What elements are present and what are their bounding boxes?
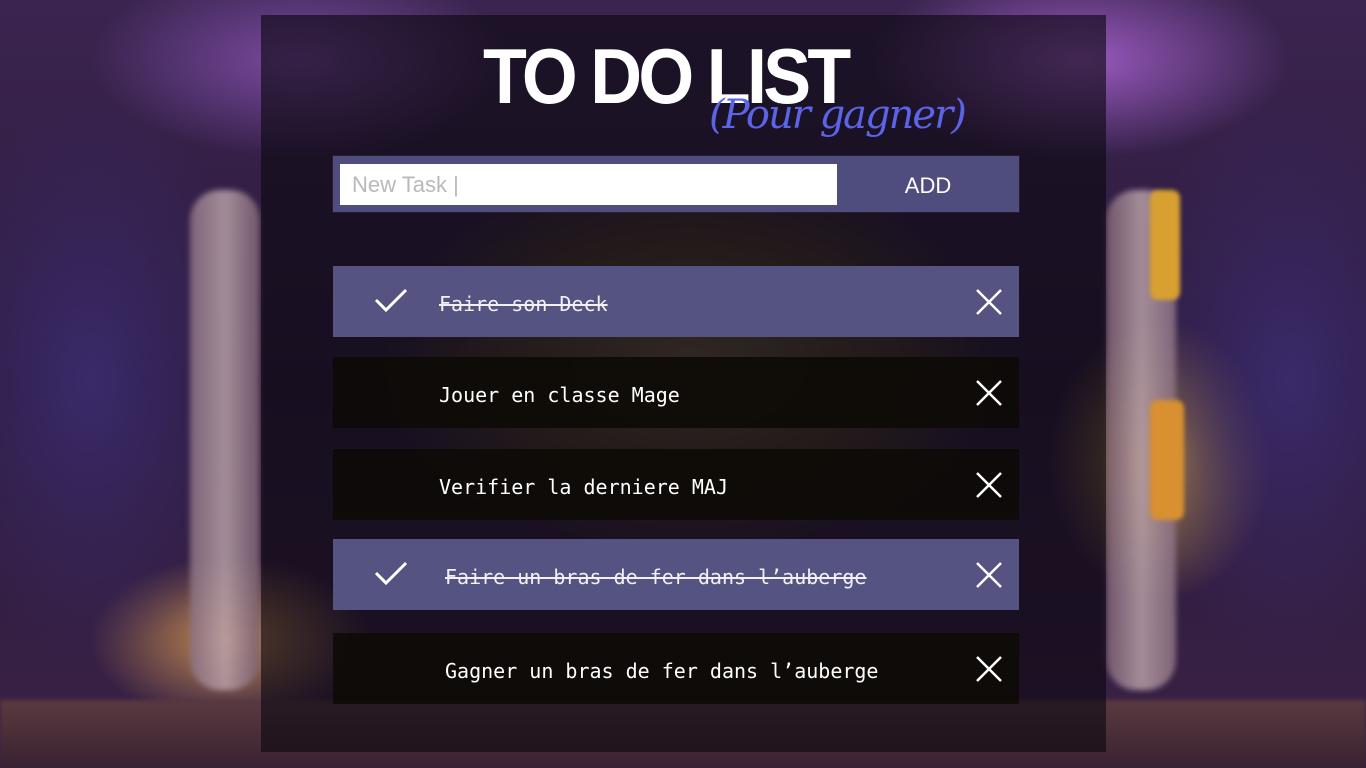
check-icon[interactable] bbox=[373, 559, 409, 587]
task-label: Verifier la derniere MAJ bbox=[439, 475, 728, 499]
task-row[interactable]: Jouer en classe Mage bbox=[333, 357, 1019, 428]
background-decoration bbox=[1150, 190, 1180, 300]
close-icon[interactable] bbox=[973, 377, 1005, 409]
header: TO DO LIST (Pour gagner) bbox=[261, 37, 1106, 157]
background-decoration bbox=[1150, 400, 1184, 520]
new-task-bar: ADD bbox=[333, 156, 1019, 212]
task-label: Jouer en classe Mage bbox=[439, 383, 680, 407]
add-button[interactable]: ADD bbox=[837, 156, 1019, 212]
todo-panel: TO DO LIST (Pour gagner) ADD Faire son D… bbox=[261, 15, 1106, 752]
task-label: Gagner un bras de fer dans l’auberge bbox=[445, 659, 879, 683]
task-row[interactable]: Faire un bras de fer dans l’auberge bbox=[333, 539, 1019, 610]
task-row[interactable]: Faire son Deck bbox=[333, 266, 1019, 337]
background-decoration bbox=[190, 190, 260, 690]
close-icon[interactable] bbox=[973, 559, 1005, 591]
task-label: Faire un bras de fer dans l’auberge bbox=[445, 565, 867, 589]
task-row[interactable]: Verifier la derniere MAJ bbox=[333, 449, 1019, 520]
close-icon[interactable] bbox=[973, 653, 1005, 685]
close-icon[interactable] bbox=[973, 286, 1005, 318]
page-subtitle: (Pour gagner) bbox=[709, 92, 967, 138]
task-row[interactable]: Gagner un bras de fer dans l’auberge bbox=[333, 633, 1019, 704]
task-label: Faire son Deck bbox=[439, 292, 608, 316]
close-icon[interactable] bbox=[973, 469, 1005, 501]
check-icon[interactable] bbox=[373, 286, 409, 314]
new-task-input[interactable] bbox=[340, 164, 837, 205]
